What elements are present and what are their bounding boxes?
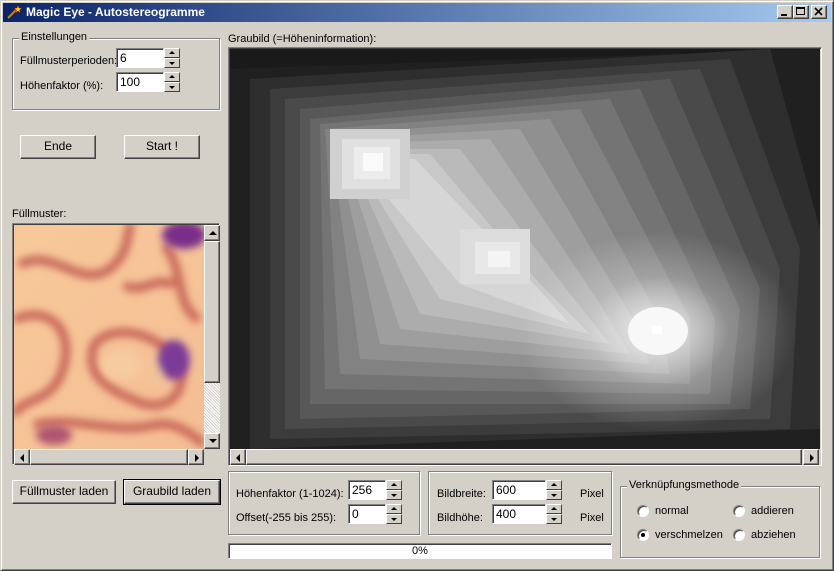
arrow-down-icon	[391, 494, 397, 497]
method-label-verschmelzen: verschmelzen	[655, 529, 723, 541]
image-width-label: Bildbreite:	[437, 488, 486, 500]
height-factor-spinner[interactable]	[386, 480, 402, 500]
image-height-down-button[interactable]	[546, 514, 562, 524]
graybild-label: Graubild (=Höheninformation):	[228, 33, 377, 45]
height-factor-input[interactable]: 256	[348, 480, 386, 500]
method-radio-verschmelzen[interactable]	[637, 529, 649, 541]
arrow-up-icon	[551, 507, 557, 510]
pattern-scroll-right-button[interactable]	[188, 449, 204, 465]
image-height-label: Bildhöhe:	[437, 512, 483, 524]
arrow-up-icon	[391, 507, 397, 510]
height-factor-label: Höhenfaktor (1-1024):	[236, 488, 344, 500]
method-group: Verknüpfungsmethode	[620, 479, 820, 558]
start-button[interactable]: Start !	[124, 135, 200, 159]
method-radio-addieren[interactable]	[733, 505, 745, 517]
image-width-spinner[interactable]	[546, 480, 562, 500]
height-factor-up-button[interactable]	[386, 480, 402, 490]
height-unit-label: Pixel	[580, 512, 604, 524]
image-width-down-button[interactable]	[546, 490, 562, 500]
pattern-view[interactable]	[12, 223, 220, 465]
graybild-scroll-left-button[interactable]	[230, 449, 246, 465]
arrow-up-icon	[391, 483, 397, 486]
window-title: Magic Eye - Autostereogramme	[26, 5, 205, 19]
close-button[interactable]	[811, 5, 827, 19]
pattern-label: Füllmuster:	[12, 208, 67, 220]
offset-label: Offset(-255 bis 255):	[236, 512, 337, 524]
method-radio-abziehen[interactable]	[733, 529, 745, 541]
periods-input[interactable]: 6	[116, 48, 164, 68]
height-percent-input[interactable]: 100	[116, 72, 164, 92]
arrow-up-icon	[551, 483, 557, 486]
height-percent-spinner[interactable]	[164, 72, 180, 92]
graybild-view[interactable]	[228, 47, 822, 466]
image-width-up-button[interactable]	[546, 480, 562, 490]
close-icon	[814, 7, 823, 16]
graybild-hscroll-thumb[interactable]	[246, 449, 802, 465]
arrow-down-icon	[169, 86, 175, 89]
offset-input[interactable]: 0	[348, 504, 386, 524]
pattern-scroll-left-button[interactable]	[14, 449, 30, 465]
periods-up-button[interactable]	[164, 48, 180, 58]
progress-bar: 0%	[228, 543, 612, 559]
arrow-left-icon	[20, 454, 24, 462]
scroll-corner	[204, 449, 220, 465]
settings-group-label: Einstellungen	[19, 31, 90, 43]
image-height-up-button[interactable]	[546, 504, 562, 514]
minimize-icon	[781, 14, 787, 16]
pattern-scroll-up-button[interactable]	[204, 225, 220, 241]
pattern-scroll-down-button[interactable]	[204, 433, 220, 449]
offset-spinner[interactable]	[386, 504, 402, 524]
image-height-spinner[interactable]	[546, 504, 562, 524]
height-factor-down-button[interactable]	[386, 490, 402, 500]
pattern-image	[14, 225, 204, 451]
end-button[interactable]: Ende	[20, 135, 96, 159]
radio-selected-dot	[641, 533, 645, 537]
graybild-image	[230, 49, 820, 449]
arrow-right-icon	[195, 454, 199, 462]
arrow-up-icon	[209, 231, 217, 235]
arrow-down-icon	[169, 62, 175, 65]
title-bar[interactable]: Magic Eye - Autostereogramme	[3, 3, 831, 22]
arrow-up-icon	[169, 75, 175, 78]
arrow-left-icon	[236, 454, 240, 462]
graybild-scroll-right-button[interactable]	[803, 449, 819, 465]
arrow-down-icon	[551, 494, 557, 497]
method-group-label: Verknüpfungsmethode	[627, 479, 742, 491]
method-label-addieren: addieren	[751, 505, 794, 517]
pattern-hscroll-thumb[interactable]	[30, 449, 188, 465]
arrow-right-icon	[810, 454, 814, 462]
arrow-down-icon	[209, 439, 217, 443]
arrow-down-icon	[391, 518, 397, 521]
load-pattern-button[interactable]: Füllmuster laden	[12, 480, 116, 504]
maximize-icon	[796, 7, 805, 15]
offset-down-button[interactable]	[386, 514, 402, 524]
periods-spinner[interactable]	[164, 48, 180, 68]
magic-wand-icon	[7, 4, 22, 19]
height-percent-down-button[interactable]	[164, 82, 180, 92]
progress-text: 0%	[412, 545, 428, 557]
minimize-button[interactable]	[777, 5, 793, 19]
periods-down-button[interactable]	[164, 58, 180, 68]
height-percent-label: Höhenfaktor (%):	[20, 80, 104, 92]
offset-up-button[interactable]	[386, 504, 402, 514]
image-width-input[interactable]: 600	[492, 480, 546, 500]
method-label-abziehen: abziehen	[751, 529, 796, 541]
periods-label: Füllmusterperioden:	[20, 55, 118, 67]
method-radio-normal[interactable]	[637, 505, 649, 517]
image-height-input[interactable]: 400	[492, 504, 546, 524]
height-percent-up-button[interactable]	[164, 72, 180, 82]
maximize-button[interactable]	[793, 5, 809, 19]
width-unit-label: Pixel	[580, 488, 604, 500]
method-label-normal: normal	[655, 505, 689, 517]
load-gray-button[interactable]: Graubild laden	[123, 479, 221, 505]
arrow-down-icon	[551, 518, 557, 521]
arrow-up-icon	[169, 51, 175, 54]
pattern-vscroll-thumb[interactable]	[204, 241, 220, 383]
